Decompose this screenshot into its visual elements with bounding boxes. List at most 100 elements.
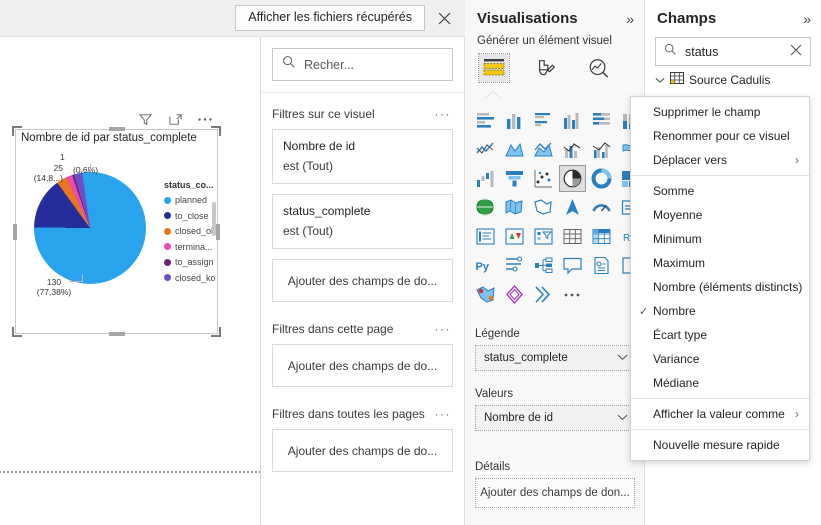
qa-visual-icon[interactable] bbox=[560, 253, 585, 278]
line-and-stacked-column-chart-icon[interactable] bbox=[560, 137, 585, 162]
line-chart-icon[interactable] bbox=[473, 137, 498, 162]
filter-dropzone[interactable]: Ajouter des champs de do... bbox=[272, 344, 453, 387]
100-stacked-bar-chart-icon[interactable] bbox=[589, 108, 614, 133]
filter-dropzone[interactable]: Ajouter des champs de do... bbox=[272, 259, 453, 302]
context-menu-item[interactable]: Somme bbox=[631, 179, 809, 203]
filters-search-input[interactable]: Recher... bbox=[272, 48, 453, 81]
format-visual-tab[interactable] bbox=[531, 54, 561, 82]
resize-handle-tr[interactable] bbox=[211, 126, 221, 136]
funnel-chart-icon[interactable] bbox=[502, 166, 527, 191]
chevron-double-right-icon[interactable]: » bbox=[803, 11, 811, 27]
resize-handle-right[interactable] bbox=[216, 224, 220, 240]
tab-caret bbox=[484, 92, 502, 100]
context-menu-item[interactable]: Renommer pour ce visuel bbox=[631, 124, 809, 148]
more-options-icon[interactable]: ··· bbox=[435, 407, 452, 421]
focus-mode-icon[interactable] bbox=[166, 110, 184, 128]
show-recovered-files-button[interactable]: Afficher les fichiers récupérés bbox=[235, 5, 425, 32]
filter-icon[interactable] bbox=[136, 110, 154, 128]
resize-handle-left[interactable] bbox=[13, 224, 17, 240]
legend-item[interactable]: termina... bbox=[164, 242, 216, 252]
field-context-menu[interactable]: Supprimer le champRenommer pour ce visue… bbox=[630, 96, 810, 461]
pie-chart-icon[interactable] bbox=[560, 166, 585, 191]
pie-graphic[interactable] bbox=[34, 172, 146, 284]
globe-map-icon[interactable] bbox=[473, 195, 498, 220]
chevron-double-right-icon[interactable]: » bbox=[626, 11, 634, 27]
context-menu-item[interactable]: Déplacer vers› bbox=[631, 148, 809, 172]
slicer-icon[interactable] bbox=[531, 224, 556, 249]
clustered-column-chart-icon[interactable] bbox=[560, 108, 585, 133]
context-menu-item[interactable]: ✓Nombre bbox=[631, 299, 809, 323]
context-menu-item[interactable]: Moyenne bbox=[631, 203, 809, 227]
filter-dropzone[interactable]: Ajouter des champs de do... bbox=[272, 429, 453, 472]
python-visual-icon[interactable]: Py bbox=[473, 253, 498, 278]
analytics-tab[interactable] bbox=[583, 54, 613, 82]
scatter-chart-icon[interactable] bbox=[531, 166, 556, 191]
legend-well-field[interactable]: status_complete bbox=[475, 345, 635, 371]
filter-card[interactable]: Nombre de idest (Tout) bbox=[272, 129, 453, 184]
chevron-down-icon[interactable] bbox=[617, 352, 628, 364]
stacked-area-chart-icon[interactable] bbox=[531, 137, 556, 162]
key-influencers-icon[interactable] bbox=[502, 253, 527, 278]
context-menu-item[interactable]: Médiane bbox=[631, 371, 809, 395]
details-well-dropzone[interactable]: Ajouter des champs de don... bbox=[475, 478, 635, 508]
legend-item[interactable]: closed_ko bbox=[164, 273, 216, 283]
multi-row-card-icon[interactable] bbox=[473, 224, 498, 249]
legend-item[interactable]: to_close bbox=[164, 211, 216, 221]
pie-chart-visual[interactable]: Nombre de id par status_complete 1 bbox=[15, 129, 218, 334]
gauge-chart-icon[interactable] bbox=[589, 195, 614, 220]
context-menu-item[interactable]: Afficher la valeur comme› bbox=[631, 402, 809, 426]
legend-item[interactable]: to_assign bbox=[164, 257, 216, 267]
more-visuals-chevrons-icon[interactable] bbox=[531, 282, 556, 307]
fields-search-input[interactable]: status bbox=[655, 37, 811, 66]
chart-legend: status_co... plannedto_closeclosed_okter… bbox=[164, 180, 216, 288]
context-menu-item[interactable]: Écart type bbox=[631, 323, 809, 347]
fields-table-item[interactable]: Source Cadulis bbox=[645, 66, 821, 87]
resize-handle-tl[interactable] bbox=[12, 126, 22, 136]
filter-card[interactable]: status_completeest (Tout) bbox=[272, 194, 453, 249]
kpi-icon[interactable] bbox=[502, 224, 527, 249]
legend-item[interactable]: closed_ok bbox=[164, 226, 216, 236]
context-menu-item[interactable]: Minimum bbox=[631, 227, 809, 251]
decomposition-tree-icon[interactable] bbox=[531, 253, 556, 278]
shape-map-icon[interactable] bbox=[531, 195, 556, 220]
arcgis-maps-icon[interactable] bbox=[473, 282, 498, 307]
table-icon[interactable] bbox=[560, 224, 585, 249]
paginated-report-icon[interactable] bbox=[589, 253, 614, 278]
context-menu-item[interactable]: Maximum bbox=[631, 251, 809, 275]
resize-handle-bl[interactable] bbox=[12, 327, 22, 337]
legend-item[interactable]: planned bbox=[164, 195, 216, 205]
stacked-column-chart-icon[interactable] bbox=[502, 108, 527, 133]
clustered-bar-chart-icon[interactable] bbox=[531, 108, 556, 133]
resize-handle-top[interactable] bbox=[109, 127, 125, 131]
arcgis-map-icon[interactable] bbox=[560, 195, 585, 220]
donut-chart-icon[interactable] bbox=[589, 166, 614, 191]
area-chart-icon[interactable] bbox=[502, 137, 527, 162]
more-options-icon[interactable]: ··· bbox=[435, 107, 452, 121]
context-menu-item[interactable]: Variance bbox=[631, 347, 809, 371]
context-menu-item[interactable]: Supprimer le champ bbox=[631, 100, 809, 124]
chevron-down-icon[interactable] bbox=[655, 73, 665, 87]
stacked-bar-chart-icon[interactable] bbox=[473, 108, 498, 133]
values-well-field[interactable]: Nombre de id bbox=[475, 405, 635, 431]
resize-handle-bottom[interactable] bbox=[109, 332, 125, 336]
chevron-down-icon[interactable] bbox=[617, 412, 628, 424]
line-and-clustered-column-chart-icon[interactable] bbox=[589, 137, 614, 162]
context-menu-item[interactable]: Nombre (éléments distincts) bbox=[631, 275, 809, 299]
context-menu-item-label: Nouvelle mesure rapide bbox=[653, 438, 799, 452]
context-menu-item[interactable]: Nouvelle mesure rapide bbox=[631, 433, 809, 457]
resize-handle-br[interactable] bbox=[211, 327, 221, 337]
more-options-icon[interactable]: ··· bbox=[435, 322, 452, 336]
build-visual-tab[interactable] bbox=[479, 54, 509, 82]
pie-slices[interactable] bbox=[34, 172, 146, 284]
matrix-icon[interactable] bbox=[589, 224, 614, 249]
filters-search-placeholder: Recher... bbox=[304, 58, 354, 72]
close-icon[interactable] bbox=[790, 43, 802, 61]
filled-map-icon[interactable] bbox=[502, 195, 527, 220]
waterfall-chart-icon[interactable] bbox=[473, 166, 498, 191]
close-icon[interactable] bbox=[429, 3, 459, 33]
report-page[interactable]: Nombre de id par status_complete 1 bbox=[0, 37, 261, 525]
power-automate-icon[interactable] bbox=[502, 282, 527, 307]
legend-scrollbar[interactable] bbox=[212, 202, 216, 236]
report-canvas[interactable]: Nombre de id par status_complete 1 bbox=[0, 37, 261, 525]
get-more-visuals-icon[interactable] bbox=[560, 282, 585, 307]
